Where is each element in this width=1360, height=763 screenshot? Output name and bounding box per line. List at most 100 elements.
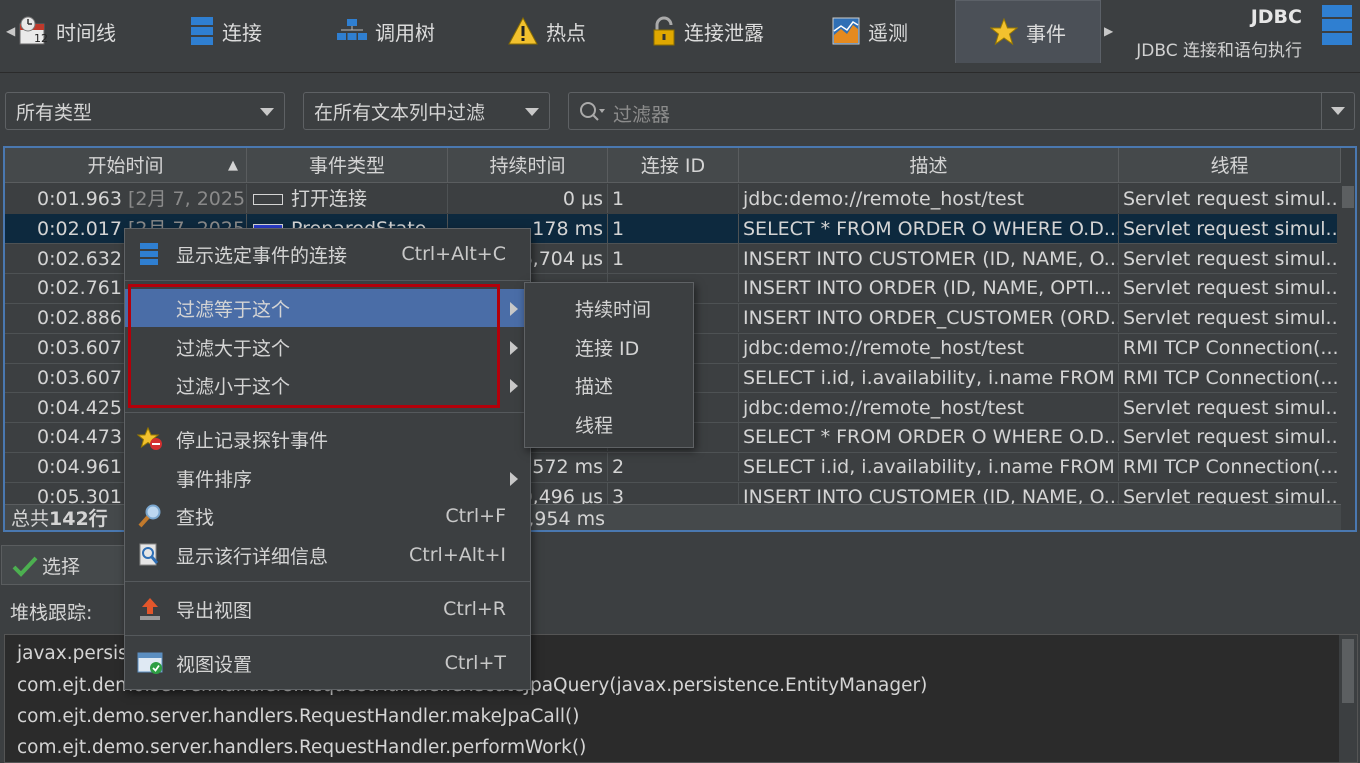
detail-search-icon	[139, 543, 159, 566]
jdbc-database-icon	[1322, 5, 1352, 45]
event-type: 打开连接	[291, 188, 368, 210]
cell-connection-id: 1	[608, 243, 739, 273]
tab-label: 调用树	[375, 20, 435, 45]
column-filter-combo[interactable]: 在所有文本列中过滤	[303, 92, 550, 130]
tab-timeline[interactable]: 12 时间线	[18, 0, 116, 62]
tab-bar: ◀ 12 时间线 连接 调用树 热点 连接泄露 遥测 事件 ▶ JDBC JDB…	[0, 0, 1360, 73]
cell-duration: 0 µs	[448, 184, 608, 213]
stack-line[interactable]: com.ejt.demo.server.handlers.RequestHand…	[17, 737, 586, 758]
cell-description: SELECT * FROM ORDER O WHERE O.D...	[739, 422, 1119, 452]
menu-item-find[interactable]: 查找 Ctrl+F	[125, 497, 530, 535]
cell-thread: Servlet request simul...	[1123, 188, 1337, 210]
column-header-event-type[interactable]: 事件类型	[247, 148, 448, 182]
tab-hotspots[interactable]: 热点	[508, 0, 586, 62]
cell-connection-id: 1	[608, 213, 739, 243]
scroll-left-icon[interactable]: ◀	[6, 24, 15, 38]
column-header-description[interactable]: 描述	[739, 148, 1119, 182]
column-header-label: 开始时间	[87, 155, 164, 177]
tab-events[interactable]: 事件	[955, 0, 1101, 63]
column-header-start-time[interactable]: 开始时间 ▲	[5, 148, 247, 182]
event-type-combo[interactable]: 所有类型	[5, 92, 285, 130]
start-time: 0:04.961	[37, 456, 122, 479]
start-date: [2月 7, 2025 ...	[127, 188, 246, 210]
tab-label: 热点	[546, 20, 586, 45]
highlight-annotation-box	[128, 284, 500, 408]
column-header-label: 事件类型	[308, 155, 385, 177]
search-placeholder: 过滤器	[613, 104, 671, 126]
column-header-label: 描述	[909, 155, 948, 177]
table-row[interactable]: 0:01.963[2月 7, 2025 ... 打开连接 0 µs1jdbc:dem…	[5, 184, 1337, 215]
menu-item-label: 显示选定事件的连接	[176, 244, 348, 267]
menu-item-label: 查找	[176, 506, 215, 529]
view-title: JDBC	[1250, 6, 1302, 28]
filter-submenu: 持续时间 连接 ID 描述 线程	[524, 282, 694, 448]
cell-thread: RMI TCP Connection(...	[1123, 456, 1337, 479]
menu-item-label: 显示该行详细信息	[176, 545, 329, 568]
menu-item-label: 视图设置	[176, 653, 253, 676]
cell-description: jdbc:demo://remote_host/test	[739, 333, 1119, 362]
cell-description: SELECT i.id, i.availability, i.name FROM…	[739, 362, 1119, 392]
menu-shortcut: Ctrl+T	[444, 652, 506, 674]
cell-event-type: 打开连接	[247, 184, 448, 213]
cell-thread: RMI TCP Connection(...	[1123, 337, 1337, 359]
stack-scrollbar[interactable]	[1339, 635, 1357, 762]
menu-separator	[125, 635, 530, 636]
cell-connection-id: 2	[608, 452, 739, 482]
cell-start-time: 0:01.963[2月 7, 2025 ...	[5, 184, 247, 213]
table-header: 开始时间 ▲ 事件类型 持续时间 连接 ID 描述 线程	[5, 148, 1341, 183]
menu-shortcut: Ctrl+Alt+C	[401, 243, 506, 265]
menu-separator	[125, 412, 530, 413]
view-settings-icon	[137, 652, 163, 674]
column-header-connection-id[interactable]: 连接 ID	[608, 148, 739, 182]
cell-thread: Servlet request simul...	[1123, 307, 1337, 330]
tab-telemetry[interactable]: 遥测	[832, 0, 908, 62]
menu-item-export-view[interactable]: 导出视图 Ctrl+R	[125, 590, 530, 628]
column-header-thread[interactable]: 线程	[1119, 148, 1341, 182]
submenu-arrow-icon	[510, 302, 518, 316]
submenu-item-connection-id[interactable]: 连接 ID	[575, 334, 639, 361]
select-button[interactable]: 选择	[1, 545, 131, 585]
start-time: 0:03.607	[37, 337, 122, 359]
column-filter-value: 在所有文本列中过滤	[314, 101, 486, 124]
menu-item-show-details[interactable]: 显示该行详细信息 Ctrl+Alt+I	[125, 536, 530, 574]
scrollbar-thumb[interactable]	[1342, 186, 1354, 208]
tab-call-tree[interactable]: 调用树	[337, 0, 435, 62]
start-time: 0:02.761	[37, 277, 122, 300]
footer-count: 142行	[49, 508, 108, 530]
submenu-item-description[interactable]: 描述	[575, 372, 613, 399]
menu-separator	[125, 280, 530, 281]
stack-line[interactable]: com.ejt.demo.server.handlers.RequestHand…	[17, 706, 579, 727]
start-time: 0:04.425	[37, 396, 122, 419]
cell-connection-id: 1	[608, 184, 739, 213]
menu-item-label: 事件排序	[176, 468, 253, 491]
table-scrollbar[interactable]	[1339, 184, 1355, 500]
menu-item-view-settings[interactable]: 视图设置 Ctrl+T	[125, 644, 530, 682]
menu-shortcut: Ctrl+R	[443, 598, 506, 620]
menu-shortcut: Ctrl+Alt+I	[409, 544, 506, 566]
column-header-label: 线程	[1210, 155, 1249, 177]
footer-total: 总共142行	[11, 505, 108, 530]
tab-connection-leaks[interactable]: 连接泄露	[652, 0, 764, 62]
start-time: 0:01.963	[37, 188, 122, 210]
tab-label: 遥测	[868, 20, 908, 45]
search-history-dropdown[interactable]	[1321, 93, 1354, 129]
menu-item-stop-recording[interactable]: 停止记录探针事件	[125, 420, 530, 458]
chevron-down-icon	[525, 108, 539, 116]
footer-prefix: 总共	[11, 508, 50, 530]
menu-item-sort-events[interactable]: 事件排序	[125, 459, 530, 497]
warning-icon	[508, 17, 538, 45]
sort-ascending-icon: ▲	[228, 158, 238, 173]
submenu-item-duration[interactable]: 持续时间	[575, 295, 651, 322]
column-header-duration[interactable]: 持续时间	[448, 148, 608, 182]
column-header-label: 持续时间	[489, 155, 566, 177]
tab-connections[interactable]: 连接	[190, 0, 262, 62]
submenu-item-thread[interactable]: 线程	[575, 411, 613, 438]
menu-separator	[125, 581, 530, 582]
scroll-right-icon[interactable]: ▶	[1104, 24, 1113, 38]
search-input[interactable]: 过滤器	[568, 92, 1355, 130]
scrollbar-thumb[interactable]	[1342, 639, 1354, 703]
menu-item-show-connection[interactable]: 显示选定事件的连接 Ctrl+Alt+C	[125, 235, 530, 273]
stack-line[interactable]: javax.persist	[17, 643, 135, 664]
submenu-arrow-icon	[510, 472, 518, 486]
cell-description: INSERT INTO ORDER_CUSTOMER (ORD...	[739, 303, 1119, 333]
